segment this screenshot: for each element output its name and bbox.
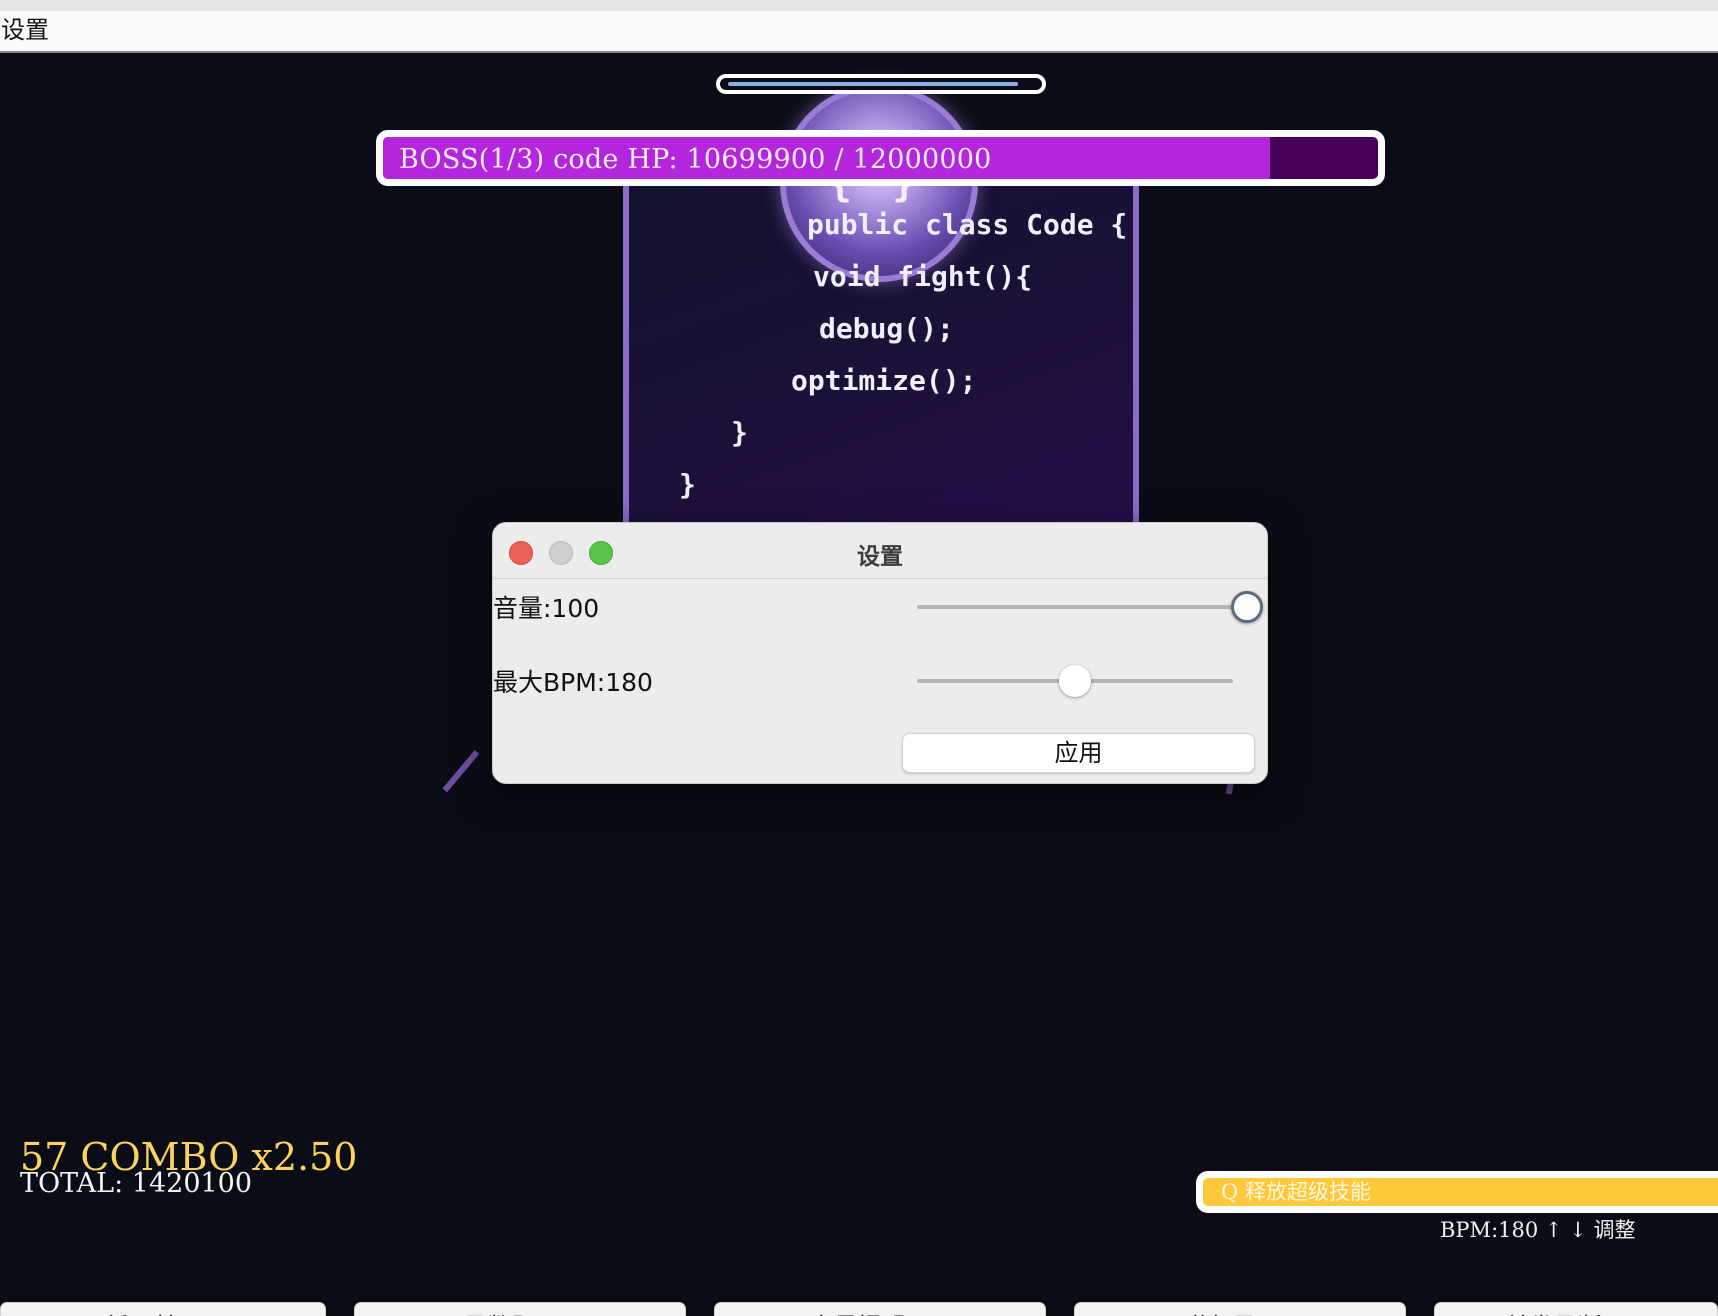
boss-shield-bar	[716, 74, 1046, 94]
tab-recursion[interactable]: 递归号 (F)	[1074, 1302, 1406, 1316]
boss-hp-text: BOSS(1/3) code HP: 10699900 / 12000000	[399, 144, 992, 175]
boss-hp-bar: BOSS(1/3) code HP: 10699900 / 12000000	[376, 130, 1385, 186]
system-strip	[0, 0, 1718, 11]
tab-label: 并发号断 (G)	[1435, 1307, 1717, 1316]
tab-concurrency[interactable]: 并发号断 (G)	[1434, 1302, 1718, 1316]
tab-label: 函数题 (S)	[355, 1307, 685, 1316]
menu-settings[interactable]: 设置	[1, 15, 49, 45]
tab-label: 递归号 (F)	[1075, 1307, 1405, 1316]
total-score: TOTAL: 1420100	[20, 1168, 253, 1199]
dialog-title: 设置	[857, 544, 903, 570]
bpm-hint: BPM:180 ↑ ↓ 调整	[1440, 1218, 1636, 1242]
apply-button[interactable]: 应用	[902, 733, 1255, 773]
tab-variable[interactable]: 变量提醒 (D)	[714, 1302, 1046, 1316]
code-line: optimize();	[791, 364, 977, 397]
tab-function[interactable]: 函数题 (S)	[354, 1302, 686, 1316]
tab-label: 变量提醒 (D)	[715, 1307, 1045, 1316]
tab-label: 循环鼓 (A)	[1, 1307, 325, 1316]
volume-slider-track[interactable]	[917, 605, 1247, 609]
code-line: public class Code {	[807, 208, 1128, 241]
bpm-label: 最大BPM:180	[493, 668, 653, 697]
settings-dialog: 设置 音量:100 最大BPM:180 应用	[492, 522, 1268, 784]
volume-slider-knob[interactable]	[1231, 591, 1263, 623]
code-line: debug();	[819, 312, 954, 345]
dialog-titlebar[interactable]: 设置	[493, 523, 1267, 579]
decor-line	[442, 750, 480, 793]
menu-bar: 设置	[0, 11, 1718, 53]
code-line: void fight(){	[813, 260, 1033, 293]
code-line: }	[679, 468, 696, 501]
tab-loop-drum[interactable]: 循环鼓 (A)	[0, 1302, 326, 1316]
skill-bar: Q 释放超级技能	[1196, 1171, 1718, 1213]
skill-label: Q 释放超级技能	[1221, 1180, 1371, 1204]
code-line: }	[731, 416, 748, 449]
volume-label: 音量:100	[493, 594, 600, 623]
boss-shield-fill	[728, 82, 1018, 86]
bpm-slider-knob[interactable]	[1059, 665, 1091, 697]
